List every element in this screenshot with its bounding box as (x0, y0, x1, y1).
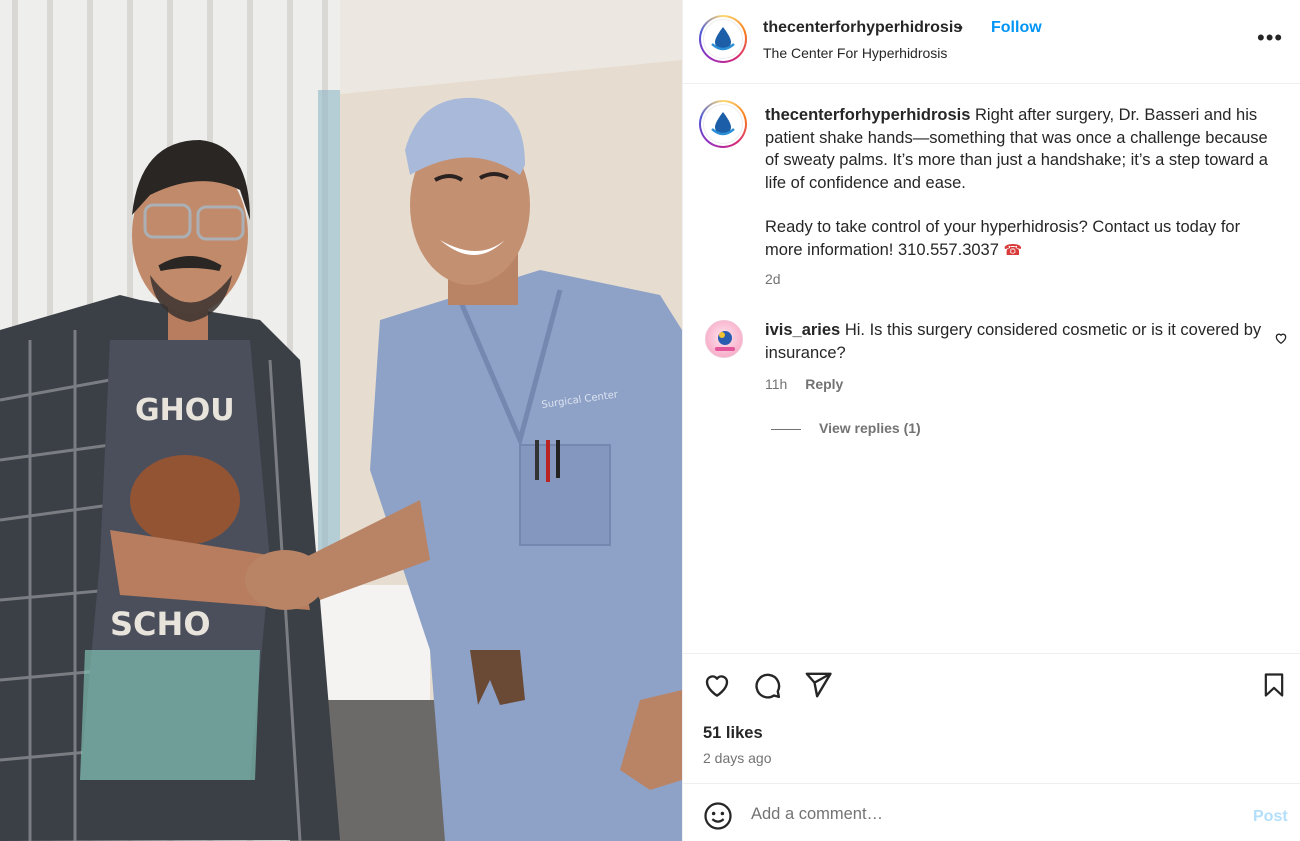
post-comment-button[interactable]: Post (1253, 808, 1288, 826)
comment-body: Hi. Is this surgery considered cosmetic … (765, 321, 1262, 362)
author-subtitle: The Center For Hyperhidrosis (763, 45, 948, 61)
post-header: thecenterforhyperhidrosis • Follow The C… (683, 0, 1300, 84)
author-avatar[interactable] (699, 15, 747, 63)
posted-date: 2 days ago (703, 750, 772, 766)
action-bar: 51 likes 2 days ago (683, 653, 1300, 783)
drop-logo-icon (711, 112, 735, 136)
header-separator: • (958, 19, 963, 35)
view-replies-button[interactable]: View replies (1) (771, 420, 921, 436)
view-replies-line (771, 428, 801, 430)
emoji-icon[interactable] (703, 801, 733, 831)
commenter-avatar-image (715, 331, 735, 351)
comment-composer: Post (683, 783, 1300, 841)
drop-logo-icon (711, 27, 735, 51)
caption-time[interactable]: 2d (765, 271, 781, 287)
reply-button[interactable]: Reply (805, 376, 843, 392)
author-username[interactable]: thecenterforhyperhidrosis (763, 19, 962, 37)
bookmark-icon[interactable] (1260, 670, 1288, 700)
comment-icon[interactable] (752, 670, 782, 700)
follow-button[interactable]: Follow (991, 19, 1042, 37)
comment-input[interactable] (751, 798, 1231, 830)
heart-icon[interactable] (1274, 331, 1288, 345)
view-replies-label: View replies (1) (819, 420, 921, 436)
comment-text: ivis_aries Hi. Is this surgery considere… (765, 319, 1265, 364)
shirt-text-top: GHOU (135, 393, 235, 428)
comment-time[interactable]: 11h (765, 376, 787, 392)
post-photo-illustration: GHOU SCHO Surgical Center (0, 0, 682, 841)
caption-username[interactable]: thecenterforhyperhidrosis (765, 106, 970, 124)
caption-text: thecenterforhyperhidrosis Right after su… (765, 104, 1275, 262)
more-icon[interactable]: ••• (1257, 27, 1283, 49)
commenter-avatar[interactable] (705, 320, 743, 358)
post-photo[interactable]: GHOU SCHO Surgical Center (0, 0, 682, 841)
commenter-username[interactable]: ivis_aries (765, 321, 840, 339)
comment-meta: 11h Reply (765, 376, 843, 392)
post-side-panel: thecenterforhyperhidrosis • Follow The C… (682, 0, 1300, 841)
heart-icon[interactable] (702, 670, 732, 700)
caption-avatar[interactable] (699, 100, 747, 148)
shirt-text-bottom: SCHO (110, 605, 211, 643)
telephone-icon: ☎ (1003, 241, 1023, 259)
share-icon[interactable] (803, 670, 833, 700)
likes-count[interactable]: 51 likes (703, 724, 763, 743)
